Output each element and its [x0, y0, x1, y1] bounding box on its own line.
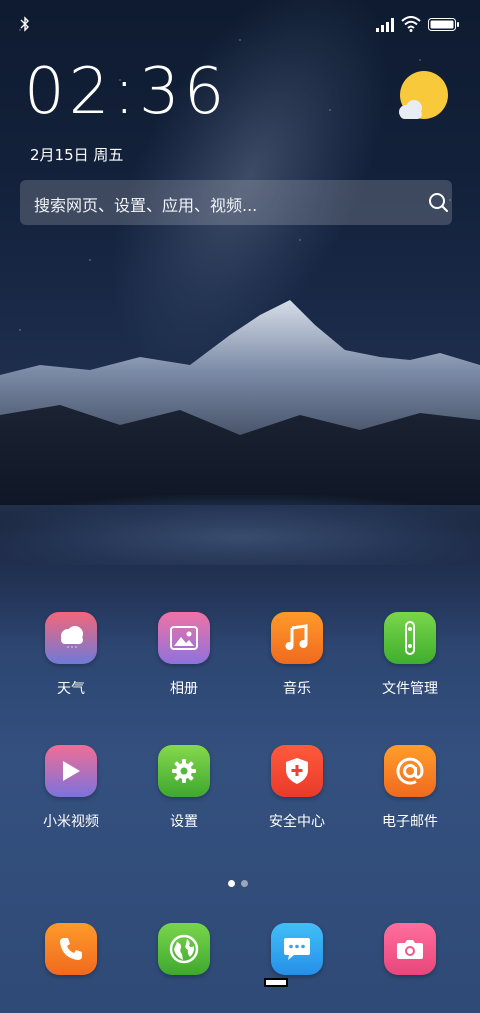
app-file-manager[interactable]: 文件管理 — [360, 612, 460, 698]
status-bar — [0, 0, 480, 50]
app-label: 文件管理 — [382, 681, 438, 697]
app-label: 安全中心 — [269, 814, 325, 830]
home-indicator — [264, 978, 288, 987]
page-dot[interactable] — [241, 880, 248, 887]
gallery-icon — [158, 612, 210, 664]
weather-icon — [45, 612, 97, 664]
dock-browser[interactable] — [134, 923, 234, 975]
settings-gear-icon — [158, 745, 210, 797]
messages-icon — [271, 923, 323, 975]
app-label: 设置 — [170, 814, 198, 830]
music-icon — [271, 612, 323, 664]
phone-icon — [45, 923, 97, 975]
dock-messages[interactable] — [247, 923, 347, 975]
app-mi-video[interactable]: 小米视频 — [21, 745, 121, 831]
clock-date: 2月15日 周五 — [30, 146, 124, 164]
app-label: 相册 — [170, 681, 198, 697]
bluetooth-icon — [20, 16, 29, 32]
app-label: 电子邮件 — [382, 814, 438, 830]
dock-camera[interactable] — [360, 923, 460, 975]
app-weather[interactable]: 天气 — [21, 612, 121, 698]
app-gallery[interactable]: 相册 — [134, 612, 234, 698]
battery-icon — [428, 18, 459, 31]
video-icon — [45, 745, 97, 797]
clock-time[interactable]: 02:36 — [24, 52, 228, 132]
security-shield-icon — [271, 745, 323, 797]
app-music[interactable]: 音乐 — [247, 612, 347, 698]
app-security-center[interactable]: 安全中心 — [247, 745, 347, 831]
app-email[interactable]: 电子邮件 — [360, 745, 460, 831]
search-bar[interactable]: 搜索网页、设置、应用、视频... — [20, 180, 452, 225]
sun-cloud-icon[interactable] — [394, 70, 452, 128]
search-icon[interactable] — [428, 192, 450, 214]
file-manager-icon — [384, 612, 436, 664]
signal-icon — [376, 18, 394, 32]
app-label: 天气 — [57, 681, 85, 697]
page-indicator[interactable] — [228, 872, 254, 891]
page-dot-active[interactable] — [228, 880, 235, 887]
wallpaper-clouds — [0, 495, 480, 565]
app-label: 小米视频 — [43, 814, 99, 830]
browser-globe-icon — [158, 923, 210, 975]
wallpaper-mountains — [0, 300, 480, 505]
email-at-icon — [384, 745, 436, 797]
app-settings[interactable]: 设置 — [134, 745, 234, 831]
wifi-icon — [401, 16, 421, 32]
app-label: 音乐 — [283, 681, 311, 697]
dock-phone[interactable] — [21, 923, 121, 975]
camera-icon — [384, 923, 436, 975]
search-placeholder: 搜索网页、设置、应用、视频... — [34, 196, 258, 215]
